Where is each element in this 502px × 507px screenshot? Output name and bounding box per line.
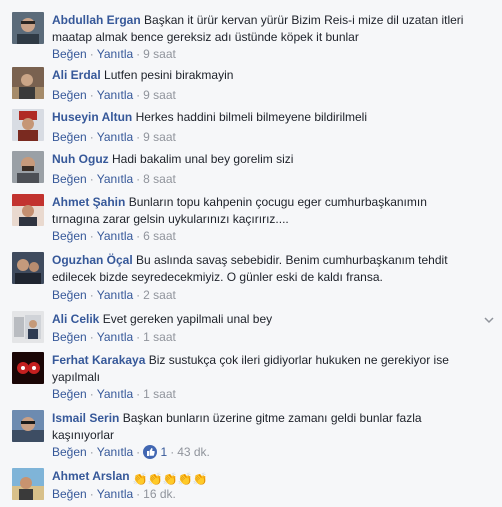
comment-actions: Beğen · Yanıtla · 6 saat xyxy=(52,229,176,243)
comment-text: Hadi bakalim unal bey gorelim sizi xyxy=(112,152,294,166)
comment-list: Abdullah Ergan Başkan it ürür kervan yür… xyxy=(0,0,502,507)
reply-link[interactable]: Yanıtla xyxy=(97,88,133,102)
reply-link[interactable]: Yanıtla xyxy=(97,330,133,344)
avatar[interactable] xyxy=(12,252,44,284)
comment-actions: Beğen · Yanıtla · 1 saat xyxy=(52,387,176,401)
comment-time[interactable]: 1 saat xyxy=(143,387,176,401)
reply-link[interactable]: Yanıtla xyxy=(97,172,133,186)
comment-time[interactable]: 43 dk. xyxy=(177,445,210,459)
comment-time[interactable]: 2 saat xyxy=(143,288,176,302)
comment-actions: Beğen · Yanıtla · 8 saat xyxy=(52,172,176,186)
like-link[interactable]: Beğen xyxy=(52,130,87,144)
reply-link[interactable]: Yanıtla xyxy=(97,487,133,501)
like-link[interactable]: Beğen xyxy=(52,330,87,344)
comment-actions: Beğen · Yanıtla · 9 saat xyxy=(52,47,176,61)
comment-text: Lutfen pesini birakmayin xyxy=(104,68,234,82)
comment-body: Ali Celik Evet gereken yapilmali unal be… xyxy=(52,311,472,328)
comment-author[interactable]: Huseyin Altun xyxy=(52,110,132,124)
comment-body: Ali Erdal Lutfen pesini birakmayin xyxy=(52,67,472,84)
comment-time[interactable]: 1 saat xyxy=(143,330,176,344)
reply-link[interactable]: Yanıtla xyxy=(97,288,133,302)
comment-body: Ismail Serin Başkan bunların üzerine git… xyxy=(52,410,472,444)
comment-author[interactable]: Ali Erdal xyxy=(52,68,101,82)
avatar[interactable] xyxy=(12,194,44,226)
reply-link[interactable]: Yanıtla xyxy=(97,445,133,459)
comment-author[interactable]: Nuh Oguz xyxy=(52,152,109,166)
avatar[interactable] xyxy=(12,151,44,183)
comment-body: Oguzhan Öçal Bu aslında savaş sebebidir.… xyxy=(52,252,472,286)
comment-actions: Beğen · Yanıtla · 9 saat xyxy=(52,130,176,144)
comment-body: Ferhat Karakaya Biz sustukça çok ileri g… xyxy=(52,352,472,386)
like-link[interactable]: Beğen xyxy=(52,172,87,186)
like-link[interactable]: Beğen xyxy=(52,288,87,302)
comment-body: Nuh Oguz Hadi bakalim unal bey gorelim s… xyxy=(52,151,472,168)
reply-link[interactable]: Yanıtla xyxy=(97,130,133,144)
avatar[interactable] xyxy=(12,67,44,99)
reply-link[interactable]: Yanıtla xyxy=(97,229,133,243)
avatar[interactable] xyxy=(12,410,44,442)
like-reaction-icon[interactable] xyxy=(143,445,158,459)
like-link[interactable]: Beğen xyxy=(52,229,87,243)
comment-time[interactable]: 9 saat xyxy=(143,88,176,102)
comment-actions: Beğen · Yanıtla · 1 · 43 dk. xyxy=(52,445,210,459)
clapping-hands-emoji: 👏👏👏👏👏 xyxy=(132,472,208,486)
comment-actions: Beğen · Yanıtla · 9 saat xyxy=(52,88,176,102)
comment-body: Ahmet Şahin Bunların topu kahpenin çocug… xyxy=(52,194,472,228)
comment-body: Ahmet Arslan 👏👏👏👏👏 xyxy=(52,468,472,488)
like-link[interactable]: Beğen xyxy=(52,487,87,501)
avatar[interactable] xyxy=(12,12,44,44)
like-link[interactable]: Beğen xyxy=(52,47,87,61)
comment-author[interactable]: Ali Celik xyxy=(52,312,99,326)
comment-actions: Beğen · Yanıtla · 1 saat xyxy=(52,330,176,344)
comment-author[interactable]: Ferhat Karakaya xyxy=(52,353,145,367)
like-link[interactable]: Beğen xyxy=(52,88,87,102)
comment-text: Herkes haddini bilmeli bilmeyene bildiri… xyxy=(135,110,368,124)
comment-time[interactable]: 9 saat xyxy=(143,130,176,144)
comment-author[interactable]: Ahmet Arslan xyxy=(52,469,130,483)
avatar[interactable] xyxy=(12,311,44,343)
comment-body: Abdullah Ergan Başkan it ürür kervan yür… xyxy=(52,12,472,46)
comment-author[interactable]: Oguzhan Öçal xyxy=(52,253,133,267)
comment-time[interactable]: 16 dk. xyxy=(143,487,176,501)
avatar[interactable] xyxy=(12,352,44,384)
comment-actions: Beğen · Yanıtla · 16 dk. xyxy=(52,487,176,501)
chevron-down-icon[interactable] xyxy=(482,313,496,327)
reply-link[interactable]: Yanıtla xyxy=(97,387,133,401)
reply-link[interactable]: Yanıtla xyxy=(97,47,133,61)
comment-author[interactable]: Abdullah Ergan xyxy=(52,13,141,27)
comment-time[interactable]: 9 saat xyxy=(143,47,176,61)
comment-author[interactable]: Ismail Serin xyxy=(52,411,119,425)
comment-text: Evet gereken yapilmali unal bey xyxy=(102,312,273,326)
comment-actions: Beğen · Yanıtla · 2 saat xyxy=(52,288,176,302)
comment-time[interactable]: 6 saat xyxy=(143,229,176,243)
comment-author[interactable]: Ahmet Şahin xyxy=(52,195,125,209)
avatar[interactable] xyxy=(12,109,44,141)
avatar[interactable] xyxy=(12,468,44,500)
like-link[interactable]: Beğen xyxy=(52,445,87,459)
comment-body: Huseyin Altun Herkes haddini bilmeli bil… xyxy=(52,109,472,126)
like-link[interactable]: Beğen xyxy=(52,387,87,401)
comment-time[interactable]: 8 saat xyxy=(143,172,176,186)
